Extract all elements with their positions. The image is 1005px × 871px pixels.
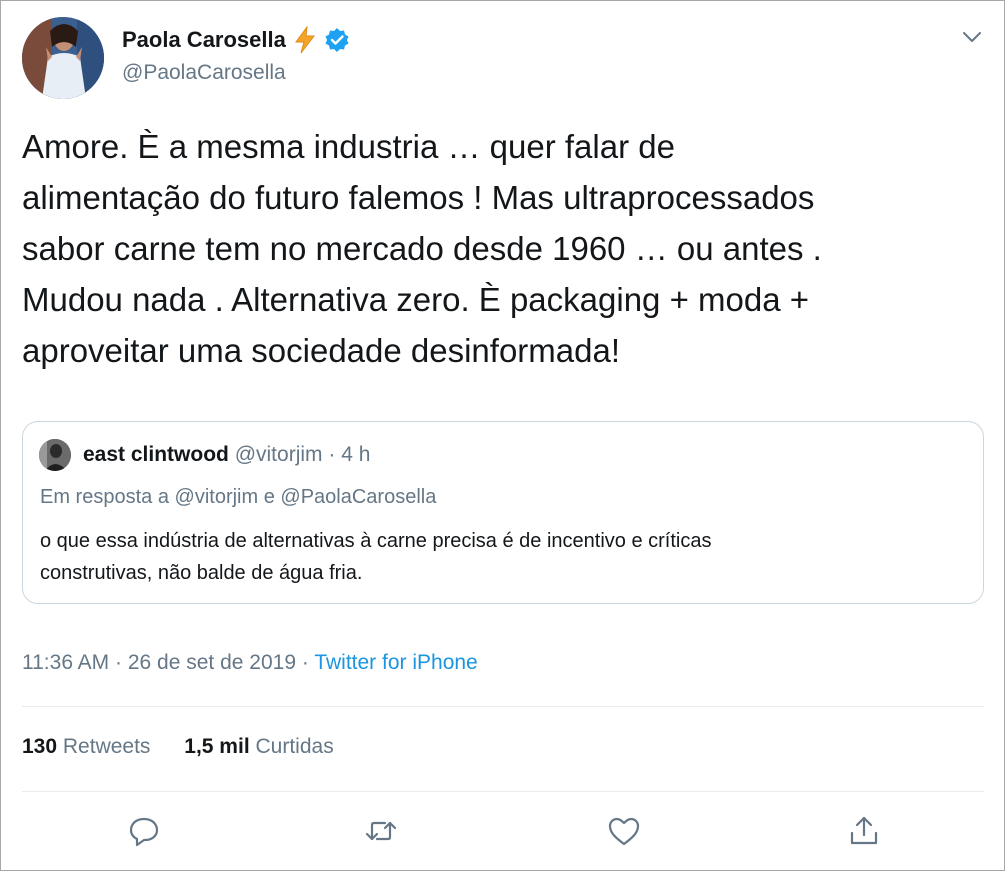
quoted-time[interactable]: 4 h: [341, 443, 370, 466]
tweet-timestamp-row: 11:36 AM · 26 de set de 2019 · Twitter f…: [22, 651, 478, 675]
reply-prefix: Em resposta a: [40, 486, 169, 508]
share-icon[interactable]: [846, 813, 882, 849]
reply-context: Em resposta a @vitorjim e @PaolaCarosell…: [40, 486, 436, 509]
likes-label: Curtidas: [255, 735, 334, 758]
likes-stat[interactable]: 1,5 mil Curtidas: [184, 735, 333, 759]
quoted-tweet[interactable]: east clintwood @vitorjim · 4 h Em respos…: [22, 421, 984, 604]
quoted-tweet-text: o que essa indústria de alternativas à c…: [40, 530, 712, 584]
quoted-display-name[interactable]: east clintwood: [83, 443, 229, 466]
retweets-count: 130: [22, 735, 58, 758]
quoted-handle[interactable]: @vitorjim: [235, 443, 323, 466]
retweets-label: Retweets: [62, 735, 151, 758]
verified-badge-icon: [324, 27, 350, 53]
author-handle[interactable]: @PaolaCarosella: [122, 61, 286, 85]
action-bar: [1, 813, 1005, 853]
author-name-row: Paola Carosella: [122, 26, 350, 54]
quoted-separator: ·: [328, 443, 336, 466]
retweets-stat[interactable]: 130 Retweets: [22, 735, 150, 759]
quoted-header: east clintwood @vitorjim · 4 h: [83, 443, 370, 467]
reply-mention-paolacarosella[interactable]: @PaolaCarosella: [280, 486, 436, 508]
tweet-text: Amore. È a mesma industria … quer falar …: [22, 128, 822, 369]
author-display-name[interactable]: Paola Carosella: [122, 27, 286, 53]
tweet-source-link[interactable]: Twitter for iPhone: [314, 651, 477, 674]
likes-count: 1,5 mil: [184, 735, 250, 758]
quoted-author-avatar[interactable]: [39, 439, 71, 471]
reply-mention-vitorjim[interactable]: @vitorjim: [175, 486, 259, 508]
retweet-icon[interactable]: [363, 813, 399, 849]
divider-top: [22, 706, 984, 707]
like-icon[interactable]: [606, 813, 642, 849]
meta-separator-2: ·: [301, 651, 309, 674]
engagement-stats: 130 Retweets 1,5 mil Curtidas: [22, 735, 362, 759]
reply-conjunction: e: [263, 486, 275, 508]
divider-bottom: [22, 791, 984, 792]
meta-separator-1: ·: [115, 651, 123, 674]
tweet-time[interactable]: 11:36 AM: [22, 651, 109, 674]
chevron-down-icon[interactable]: [958, 26, 986, 48]
tweet-date[interactable]: 26 de set de 2019: [128, 651, 296, 674]
reply-icon[interactable]: [126, 813, 162, 849]
lightning-emoji-icon: [292, 26, 318, 54]
author-avatar[interactable]: [22, 17, 104, 99]
tweet-card: Paola Carosella @PaolaCarosella Amore. È…: [0, 0, 1005, 871]
